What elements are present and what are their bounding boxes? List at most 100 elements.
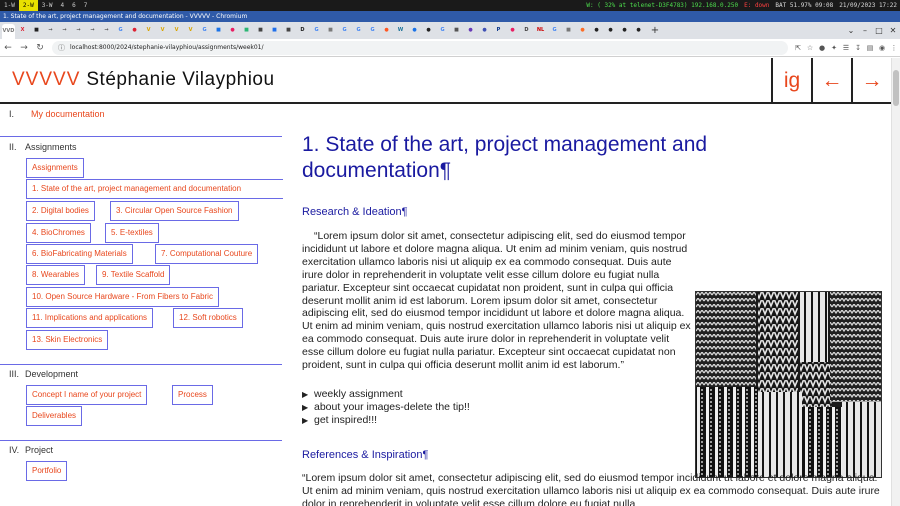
minimize-button[interactable]: – — [858, 22, 872, 39]
browser-tab[interactable]: ■ — [240, 25, 253, 37]
browser-tab[interactable]: ■ — [282, 25, 295, 37]
assignment-link[interactable]: 13. Skin Electronics — [26, 330, 109, 350]
heading-anchor[interactable]: ¶ — [422, 449, 428, 461]
assignment-link[interactable]: 4. BioChromes — [26, 223, 91, 243]
profile-avatar-icon[interactable]: ◉ — [876, 40, 888, 56]
workspace-4[interactable]: 4 — [57, 0, 69, 11]
extension-icon[interactable]: ● — [816, 40, 828, 56]
assignment-link[interactable]: 10. Open Source Hardware - From Fibers t… — [26, 287, 219, 307]
browser-tab[interactable]: ■ — [30, 25, 43, 37]
browser-tab[interactable]: ● — [464, 25, 477, 37]
back-button[interactable]: ← — [0, 40, 16, 56]
reading-list-icon[interactable]: ☰ — [840, 40, 852, 56]
share-icon[interactable]: ⇱ — [792, 40, 804, 56]
browser-tab[interactable]: → — [86, 25, 99, 37]
browser-tab[interactable]: G — [436, 25, 449, 37]
browser-tab[interactable]: ■ — [212, 25, 225, 37]
browser-tab[interactable]: ■ — [324, 25, 337, 37]
assignment-link[interactable]: 3. Circular Open Source Fashion — [110, 201, 239, 221]
browser-tab[interactable]: ● — [380, 25, 393, 37]
browser-tab[interactable]: D — [296, 25, 309, 37]
assignment-link[interactable]: 2. Digital bodies — [26, 201, 95, 221]
sidebar-panel-icon[interactable]: ▤ — [864, 40, 876, 56]
browser-tab[interactable]: V — [170, 25, 183, 37]
heading-anchor[interactable]: ¶ — [440, 159, 451, 182]
browser-tab[interactable]: → — [44, 25, 57, 37]
previous-page-arrow-icon[interactable]: ← — [811, 58, 851, 104]
new-tab-button[interactable]: + — [649, 25, 661, 37]
browser-tab[interactable]: → — [72, 25, 85, 37]
browser-tab[interactable]: ● — [632, 25, 645, 37]
assignment-link[interactable]: 12. Soft robotics — [173, 308, 243, 328]
list-item[interactable]: ▶ about your images-delete the tip!! — [302, 401, 470, 414]
download-icon[interactable]: ↧ — [852, 40, 864, 56]
browser-tab[interactable]: ● — [478, 25, 491, 37]
browser-tab[interactable]: VVD — [2, 24, 15, 39]
forward-button[interactable]: → — [16, 40, 32, 56]
browser-tab[interactable]: V — [184, 25, 197, 37]
heading-anchor[interactable]: ¶ — [402, 206, 408, 218]
browser-tab[interactable]: V — [156, 25, 169, 37]
site-info-icon[interactable]: ⓘ — [58, 41, 65, 55]
maximize-button[interactable]: □ — [872, 22, 886, 39]
browser-tab[interactable]: P — [492, 25, 505, 37]
assignment-link[interactable]: 8. Wearables — [26, 265, 85, 285]
workspace-1[interactable]: 1-W — [0, 0, 19, 11]
assignment-link[interactable]: 1. State of the art, project management … — [26, 179, 283, 199]
browser-tab[interactable]: G — [114, 25, 127, 37]
browser-tab[interactable]: → — [58, 25, 71, 37]
development-link[interactable]: Process — [172, 385, 213, 405]
browser-tab[interactable]: G — [198, 25, 211, 37]
scrollbar-thumb[interactable] — [893, 70, 899, 106]
browser-tab[interactable]: ■ — [254, 25, 267, 37]
browser-tab[interactable]: NL — [534, 25, 547, 37]
site-title[interactable]: VVVVV Stéphanie Vilayphiou — [0, 58, 275, 103]
close-window-button[interactable]: ✕ — [886, 22, 900, 39]
sidebar-link-my-documentation[interactable]: My documentation — [31, 108, 105, 120]
browser-tab[interactable]: X — [16, 25, 29, 37]
browser-tab[interactable]: D — [520, 25, 533, 37]
assignment-link[interactable]: 6. BioFabricating Materials — [26, 244, 133, 264]
reload-button[interactable]: ↻ — [32, 40, 48, 56]
browser-tab[interactable]: → — [100, 25, 113, 37]
address-bar[interactable]: ⓘ localhost:8000/2024/stephanie-vilayphi… — [52, 40, 788, 55]
browser-tab[interactable]: ● — [506, 25, 519, 37]
workspace-7[interactable]: 7 — [80, 0, 92, 11]
browser-tab[interactable]: G — [366, 25, 379, 37]
instagram-link[interactable]: ig — [771, 58, 811, 104]
assignment-link[interactable]: 7. Computational Couture — [155, 244, 259, 264]
extensions-puzzle-icon[interactable]: ✦ — [828, 40, 840, 56]
list-item[interactable]: ▶ weekly assignment — [302, 388, 470, 401]
workspace-2[interactable]: 2-W — [18, 0, 38, 11]
browser-tab[interactable]: G — [352, 25, 365, 37]
browser-tab[interactable]: ● — [226, 25, 239, 37]
workspace-3[interactable]: 3-W — [38, 0, 57, 11]
list-item[interactable]: ▶ get inspired!!! — [302, 414, 470, 427]
browser-tab[interactable]: G — [338, 25, 351, 37]
assignment-link[interactable]: Assignments — [26, 158, 84, 178]
project-link[interactable]: Portfolio — [26, 461, 68, 481]
browser-tab[interactable]: ● — [422, 25, 435, 37]
page-scrollbar[interactable] — [891, 58, 900, 506]
browser-tab[interactable]: ● — [576, 25, 589, 37]
browser-tab[interactable]: G — [310, 25, 323, 37]
browser-tab[interactable]: G — [548, 25, 561, 37]
browser-tab[interactable]: ● — [604, 25, 617, 37]
browser-tab[interactable]: ● — [128, 25, 141, 37]
development-link[interactable]: Concept I name of your project — [26, 385, 148, 405]
workspace-6[interactable]: 6 — [68, 0, 80, 11]
browser-tab[interactable]: ■ — [562, 25, 575, 37]
browser-tab[interactable]: W — [394, 25, 407, 37]
browser-tab[interactable]: ● — [590, 25, 603, 37]
browser-tab[interactable]: ■ — [450, 25, 463, 37]
development-link[interactable]: Deliverables — [26, 406, 83, 426]
next-page-arrow-icon[interactable]: → — [851, 58, 891, 104]
bookmark-star-icon[interactable]: ☆ — [804, 40, 816, 56]
browser-tab[interactable]: ■ — [268, 25, 281, 37]
browser-tab[interactable]: ● — [408, 25, 421, 37]
assignment-link[interactable]: 11. Implications and applications — [26, 308, 154, 328]
browser-tab[interactable]: V — [142, 25, 155, 37]
brand-logo[interactable]: VVVVV — [12, 69, 80, 90]
assignment-link[interactable]: 9. Textile Scaffold — [96, 265, 171, 285]
assignment-link[interactable]: 5. E-textiles — [105, 223, 159, 243]
